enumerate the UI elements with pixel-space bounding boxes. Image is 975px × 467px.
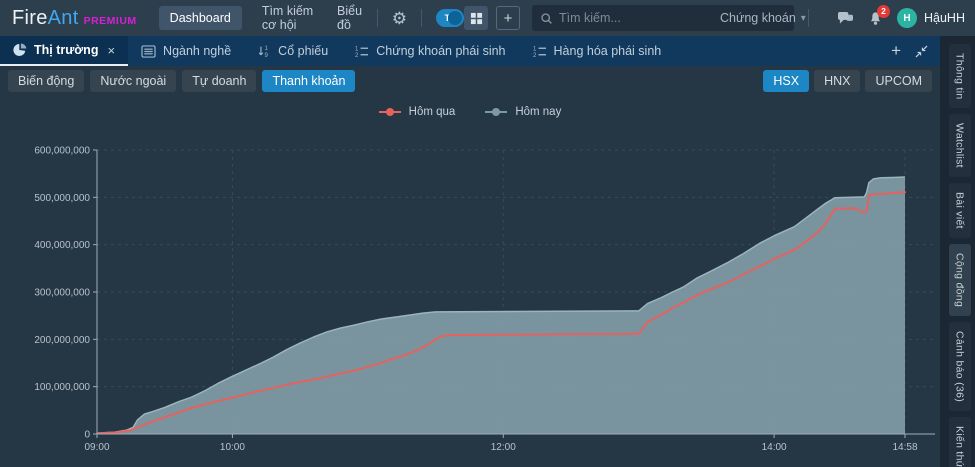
sidebar-item-cong-dong[interactable]: Cộng đồng	[948, 244, 971, 317]
tab-label: Cổ phiếu	[278, 44, 329, 58]
pie-chart-icon	[13, 43, 27, 57]
legend-item[interactable]: Hôm qua	[378, 106, 456, 118]
tab-label: Chứng khoán phái sinh	[376, 44, 506, 58]
filter-row: Biến động Nước ngoài Tự doanh Thanh khoả…	[0, 66, 940, 96]
svg-text:14:00: 14:00	[762, 442, 787, 453]
sort-numeric-icon: 19	[257, 44, 271, 58]
tab-nganh-nghe[interactable]: Ngành nghề	[128, 36, 244, 66]
legend-marker-icon	[378, 108, 401, 116]
add-widget-button[interactable]: +	[496, 6, 520, 30]
top-navigation-bar: Fire Ant PREMIUM Dashboard Tìm kiếm cơ h…	[0, 0, 975, 36]
workspace-tabbar: Thị trường × Ngành nghề 19 Cổ phiếu 12 C…	[0, 36, 940, 66]
svg-text:200,000,000: 200,000,000	[34, 335, 90, 346]
tab-chung-khoan-phai-sinh[interactable]: 12 Chứng khoán phái sinh	[341, 36, 518, 66]
sidebar-item-canh-bao[interactable]: Cảnh báo (36)	[948, 322, 971, 412]
tab-label: Hàng hóa phái sinh	[553, 44, 662, 58]
sidebar-item-watchlist[interactable]: Watchlist	[948, 114, 971, 178]
list-icon	[141, 44, 156, 58]
layout-grid-button[interactable]	[464, 6, 488, 30]
divider	[377, 9, 378, 27]
tab-label: Ngành nghề	[163, 44, 232, 58]
chat-icon	[837, 11, 854, 26]
search-input[interactable]	[559, 11, 720, 25]
filter-thanh-khoan[interactable]: Thanh khoản	[262, 70, 356, 92]
username: HậuHH	[924, 11, 965, 25]
filter-nuoc-ngoai[interactable]: Nước ngoài	[90, 70, 177, 92]
nav-dashboard[interactable]: Dashboard	[158, 6, 242, 30]
chart-legend: Hôm qua Hôm nay	[0, 106, 940, 118]
search-scope-dropdown[interactable]: Chứng khoán ▾	[720, 11, 806, 25]
logo-fire: Fire	[12, 6, 48, 29]
right-sidebar: Thông tin Watchlist Bài viết Cộng đồng C…	[940, 36, 975, 467]
chart-plot-area: 0 100,000,000 200,000,000 300,000,000 400,00…	[34, 146, 935, 453]
nav-opportunity-search[interactable]: Tìm kiếm cơ hội	[262, 4, 317, 32]
nav-charts[interactable]: Biểu đồ	[337, 4, 363, 32]
tab-hang-hoa-phai-sinh[interactable]: 12 Hàng hóa phái sinh	[519, 36, 675, 66]
svg-text:10:00: 10:00	[220, 442, 245, 453]
notifications-button[interactable]: 2	[868, 4, 890, 26]
market-panel: Biến động Nước ngoài Tự doanh Thanh khoả…	[0, 66, 940, 467]
svg-text:0: 0	[84, 430, 90, 441]
search-scope-value: Chứng khoán	[720, 11, 796, 25]
svg-text:300,000,000: 300,000,000	[34, 288, 90, 299]
fireant-logo: Fire Ant PREMIUM	[12, 7, 137, 30]
numbered-list-icon: 12	[354, 45, 369, 58]
premium-badge: PREMIUM	[83, 14, 137, 27]
svg-text:100,000,000: 100,000,000	[34, 382, 90, 393]
svg-text:1: 1	[533, 46, 537, 52]
tab-thi-truong[interactable]: Thị trường ×	[0, 36, 129, 66]
filter-tu-doanh[interactable]: Tự doanh	[182, 70, 257, 92]
legend-label: Hôm qua	[408, 106, 456, 118]
svg-text:9: 9	[265, 52, 269, 58]
legend-item[interactable]: Hôm nay	[485, 106, 561, 118]
chevron-down-icon: ▾	[800, 12, 806, 24]
svg-text:600,000,000: 600,000,000	[34, 146, 90, 157]
exchange-upcom[interactable]: UPCOM	[865, 70, 932, 92]
svg-text:500,000,000: 500,000,000	[34, 193, 90, 204]
svg-text:12:00: 12:00	[491, 442, 516, 453]
add-tab-button[interactable]: +	[891, 41, 901, 61]
svg-text:2: 2	[355, 53, 359, 58]
legend-label: Hôm nay	[515, 106, 562, 118]
svg-text:14:58: 14:58	[892, 442, 917, 453]
svg-text:09:00: 09:00	[84, 442, 109, 453]
divider	[808, 9, 809, 27]
divider	[421, 9, 422, 27]
sidebar-item-thong-tin[interactable]: Thông tin	[948, 44, 971, 109]
logo-ant: Ant	[47, 6, 79, 29]
legend-marker-icon	[485, 108, 508, 116]
exchange-hnx[interactable]: HNX	[814, 70, 861, 92]
svg-text:1: 1	[265, 45, 269, 52]
toggle-knob	[447, 11, 462, 25]
svg-text:1: 1	[355, 46, 359, 52]
tab-co-phieu[interactable]: 19 Cổ phiếu	[244, 36, 341, 66]
avatar[interactable]: H	[897, 8, 917, 28]
numbered-list-icon: 12	[532, 45, 547, 58]
svg-text:2: 2	[533, 53, 537, 58]
liquidity-chart: Hôm qua Hôm nay 0 100,000,000 200,000,000 30…	[0, 96, 940, 467]
tab-label: Thị trường	[34, 43, 99, 57]
close-icon[interactable]: ×	[107, 43, 115, 58]
search-box[interactable]: Chứng khoán ▾	[532, 5, 806, 31]
svg-text:400,000,000: 400,000,000	[34, 240, 90, 251]
collapse-icon[interactable]	[915, 45, 928, 58]
grid-icon	[470, 12, 483, 25]
search-icon	[540, 12, 553, 25]
sidebar-item-bai-viet[interactable]: Bài viết	[948, 183, 971, 239]
exchange-hsx[interactable]: HSX	[763, 70, 810, 92]
messages-button[interactable]	[837, 11, 854, 26]
dark-theme-toggle[interactable]: Tối	[435, 9, 464, 27]
sidebar-item-kien-thuc[interactable]: Kiến thức	[948, 417, 971, 467]
settings-gear-icon[interactable]: ⚙	[392, 10, 407, 27]
filter-bien-dong[interactable]: Biến động	[8, 70, 85, 92]
notification-badge: 2	[877, 4, 890, 18]
